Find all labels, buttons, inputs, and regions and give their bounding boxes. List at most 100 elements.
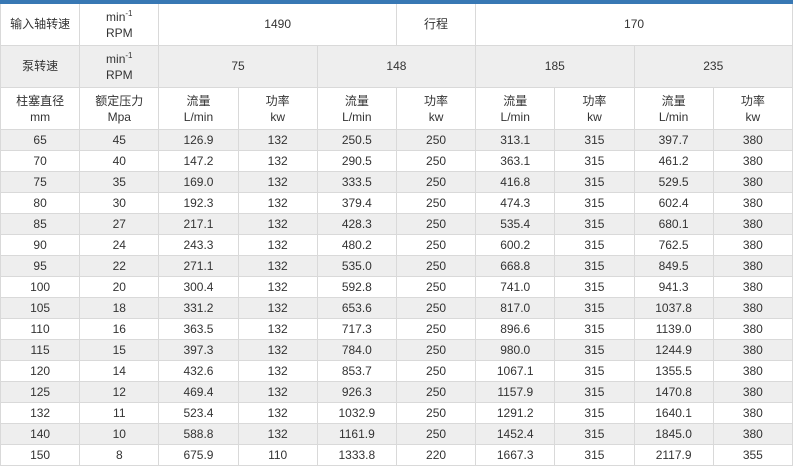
rated-pressure-header: 额定压力 Mpa: [80, 88, 159, 130]
cell: 380: [713, 277, 792, 298]
cell: 315: [555, 235, 634, 256]
cell: 132: [238, 403, 317, 424]
cell: 250: [396, 340, 475, 361]
power-header: 功率kw: [555, 88, 634, 130]
cell: 432.6: [159, 361, 238, 382]
cell: 192.3: [159, 193, 238, 214]
table-row: 9522271.1132535.0250668.8315849.5380: [1, 256, 793, 277]
cell: 1291.2: [476, 403, 555, 424]
unit-superscript: -1: [125, 51, 132, 60]
cell: 315: [555, 130, 634, 151]
cell: 132: [238, 151, 317, 172]
cell: 132: [238, 277, 317, 298]
flow-header-unit: L/min: [659, 110, 688, 124]
cell: 529.5: [634, 172, 713, 193]
pump-speed-row: 泵转速 min-1 RPM 75148185235: [1, 46, 793, 88]
cell: 250: [396, 277, 475, 298]
pressure-unit: Mpa: [108, 110, 131, 124]
cell: 896.6: [476, 319, 555, 340]
cell: 380: [713, 193, 792, 214]
cell: 132: [238, 172, 317, 193]
cell: 290.5: [317, 151, 396, 172]
power-header-label: 功率: [582, 94, 606, 108]
plunger-unit: mm: [30, 110, 50, 124]
table-row: 12014432.6132853.72501067.13151355.5380: [1, 361, 793, 382]
cell: 250: [396, 361, 475, 382]
cell: 668.8: [476, 256, 555, 277]
cell: 15: [80, 340, 159, 361]
cell: 469.4: [159, 382, 238, 403]
cell: 380: [713, 382, 792, 403]
cell: 315: [555, 445, 634, 466]
input-speed-value: 1490: [159, 2, 397, 46]
cell: 30: [80, 193, 159, 214]
table-row: 6545126.9132250.5250313.1315397.7380: [1, 130, 793, 151]
cell: 380: [713, 340, 792, 361]
cell: 250: [396, 235, 475, 256]
cell: 762.5: [634, 235, 713, 256]
flow-header-label: 流量: [186, 94, 210, 108]
cell: 16: [80, 319, 159, 340]
pressure-label: 额定压力: [95, 94, 143, 108]
flow-header-unit: L/min: [501, 110, 530, 124]
cell: 132: [238, 319, 317, 340]
table-row: 14010588.81321161.92501452.43151845.0380: [1, 424, 793, 445]
cell: 250: [396, 403, 475, 424]
power-header-label: 功率: [424, 94, 448, 108]
table-row: 12512469.4132926.32501157.93151470.8380: [1, 382, 793, 403]
cell: 271.1: [159, 256, 238, 277]
cell: 380: [713, 298, 792, 319]
cell: 1845.0: [634, 424, 713, 445]
cell: 132: [238, 235, 317, 256]
table-row: 9024243.3132480.2250600.2315762.5380: [1, 235, 793, 256]
cell: 1355.5: [634, 361, 713, 382]
cell: 817.0: [476, 298, 555, 319]
cell: 784.0: [317, 340, 396, 361]
cell: 110: [238, 445, 317, 466]
cell: 132: [238, 256, 317, 277]
cell: 315: [555, 214, 634, 235]
flow-header: 流量L/min: [159, 88, 238, 130]
cell: 315: [555, 319, 634, 340]
cell: 70: [1, 151, 80, 172]
plunger-label: 柱塞直径: [16, 94, 64, 108]
cell: 169.0: [159, 172, 238, 193]
plunger-diameter-header: 柱塞直径 mm: [1, 88, 80, 130]
cell: 1037.8: [634, 298, 713, 319]
table-row: 11016363.5132717.3250896.63151139.0380: [1, 319, 793, 340]
cell: 1157.9: [476, 382, 555, 403]
cell: 315: [555, 361, 634, 382]
table-row: 1508675.91101333.82201667.33152117.9355: [1, 445, 793, 466]
cell: 132: [1, 403, 80, 424]
cell: 217.1: [159, 214, 238, 235]
cell: 1470.8: [634, 382, 713, 403]
cell: 132: [238, 193, 317, 214]
pump-speed-unit-cell: min-1 RPM: [80, 46, 159, 88]
stroke-value: 170: [476, 2, 793, 46]
pump-speed-value: 185: [476, 46, 634, 88]
cell: 380: [713, 214, 792, 235]
input-speed-row: 输入轴转速 min-1 RPM 1490 行程 170: [1, 2, 793, 46]
cell: 397.7: [634, 130, 713, 151]
cell: 10: [80, 424, 159, 445]
cell: 1032.9: [317, 403, 396, 424]
cell: 220: [396, 445, 475, 466]
cell: 14: [80, 361, 159, 382]
cell: 27: [80, 214, 159, 235]
flow-header-label: 流量: [345, 94, 369, 108]
cell: 132: [238, 424, 317, 445]
flow-header-label: 流量: [503, 94, 527, 108]
cell: 250: [396, 193, 475, 214]
table-row: 8030192.3132379.4250474.3315602.4380: [1, 193, 793, 214]
pump-speed-label: 泵转速: [1, 46, 80, 88]
cell: 380: [713, 319, 792, 340]
unit-min-text: min: [106, 52, 125, 66]
cell: 741.0: [476, 277, 555, 298]
cell: 250: [396, 319, 475, 340]
unit-min-text: min: [106, 10, 125, 24]
flow-header-label: 流量: [662, 94, 686, 108]
cell: 250: [396, 151, 475, 172]
cell: 315: [555, 403, 634, 424]
cell: 379.4: [317, 193, 396, 214]
cell: 315: [555, 193, 634, 214]
